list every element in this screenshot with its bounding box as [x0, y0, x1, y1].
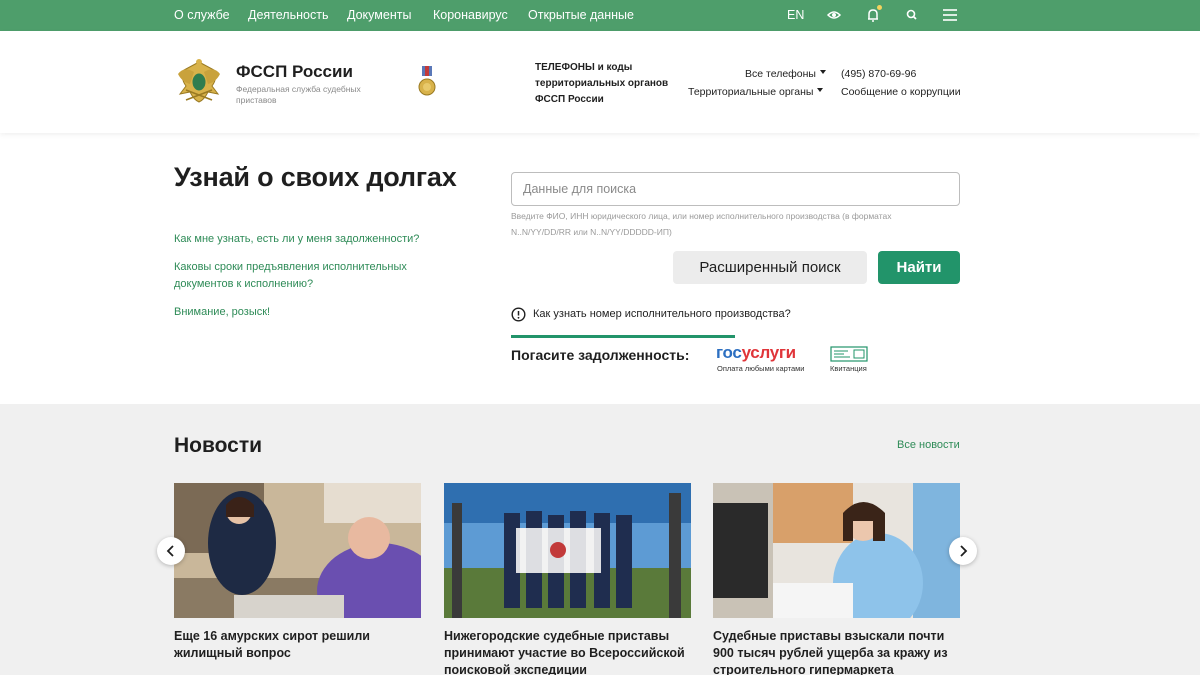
- deadlines-link[interactable]: Каковы сроки предъявления исполнительных…: [174, 259, 424, 293]
- topnav-link-open-data[interactable]: Открытые данные: [528, 8, 634, 22]
- notification-dot: [877, 5, 882, 10]
- all-phones-dropdown[interactable]: Все телефоны: [745, 68, 826, 80]
- info-icon: [511, 307, 526, 322]
- top-bar: О службе Деятельность Документы Коронави…: [0, 0, 1200, 31]
- chevron-left-icon: [166, 545, 174, 557]
- site-header: ФССП России Федеральная служба судебных …: [0, 31, 1200, 133]
- topnav-link-activity[interactable]: Деятельность: [248, 8, 328, 22]
- caret-down-icon: [819, 70, 826, 75]
- all-news-link[interactable]: Все новости: [897, 439, 960, 451]
- gosuslugi-logo[interactable]: госуслуги: [716, 343, 796, 363]
- pay-debt-label: Погасите задолженность:: [511, 347, 690, 363]
- news-card-title[interactable]: Нижегородские судебные приставы принимаю…: [444, 628, 691, 675]
- phone-number[interactable]: (495) 870-69-96: [841, 68, 916, 80]
- all-phones-label: Все телефоны: [745, 68, 816, 80]
- debt-check-link[interactable]: Как мне узнать, есть ли у меня задолженн…: [174, 231, 419, 248]
- carousel-next-button[interactable]: [949, 537, 977, 565]
- news-card-title[interactable]: Еще 16 амурских сирот решили жилищный во…: [174, 628, 421, 662]
- pay-divider: [511, 335, 735, 338]
- carousel-prev-button[interactable]: [157, 537, 185, 565]
- topnav-link-about[interactable]: О службе: [174, 8, 230, 22]
- receipt-icon[interactable]: [830, 346, 868, 362]
- news-card-image[interactable]: [444, 483, 691, 618]
- medal-icon: [418, 66, 436, 96]
- receipt-caption: Квитанция: [830, 364, 867, 373]
- search-icon[interactable]: [903, 6, 921, 24]
- news-title: Новости: [174, 434, 263, 457]
- gosuslugi-logo-part1: гос: [716, 343, 742, 362]
- brand-title[interactable]: ФССП России: [236, 62, 353, 82]
- find-button[interactable]: Найти: [878, 251, 960, 284]
- phones-title[interactable]: ТЕЛЕФОНЫ и коды территориальных органов …: [535, 60, 670, 108]
- territorial-label: Территориальные органы: [688, 86, 814, 98]
- news-card-title[interactable]: Судебные приставы взыскали почти 900 тыс…: [713, 628, 960, 675]
- advanced-search-button[interactable]: Расширенный поиск: [673, 251, 867, 284]
- caret-down-icon: [817, 88, 824, 93]
- wanted-link[interactable]: Внимание, розыск!: [174, 304, 270, 321]
- emblem-logo[interactable]: [176, 56, 222, 108]
- search-input[interactable]: [511, 172, 960, 206]
- brand-subtitle: Федеральная служба судебных приставов: [236, 84, 361, 105]
- news-section: Новости Все новости Еще 16 амурских сиро…: [0, 404, 1200, 675]
- gosuslugi-logo-part2: услуги: [741, 343, 797, 362]
- case-number-help-link[interactable]: Как узнать номер исполнительного произво…: [533, 308, 791, 320]
- menu-icon[interactable]: [941, 6, 959, 24]
- search-hint: Введите ФИО, ИНН юридического лица, или …: [511, 211, 892, 237]
- territorial-dropdown[interactable]: Территориальные органы: [688, 86, 824, 98]
- topnav-link-coronavirus[interactable]: Коронавирус: [433, 8, 508, 22]
- language-switch[interactable]: EN: [787, 8, 804, 22]
- gosuslugi-caption: Оплата любыми картами: [717, 364, 805, 373]
- eye-icon[interactable]: [825, 6, 843, 24]
- news-card-image[interactable]: [713, 483, 960, 618]
- topnav-link-documents[interactable]: Документы: [347, 8, 411, 22]
- page-title: Узнай о своих долгах: [174, 162, 457, 192]
- chevron-right-icon: [960, 545, 968, 557]
- news-card-image[interactable]: [174, 483, 421, 618]
- corruption-report-link[interactable]: Сообщение о коррупции: [841, 86, 961, 98]
